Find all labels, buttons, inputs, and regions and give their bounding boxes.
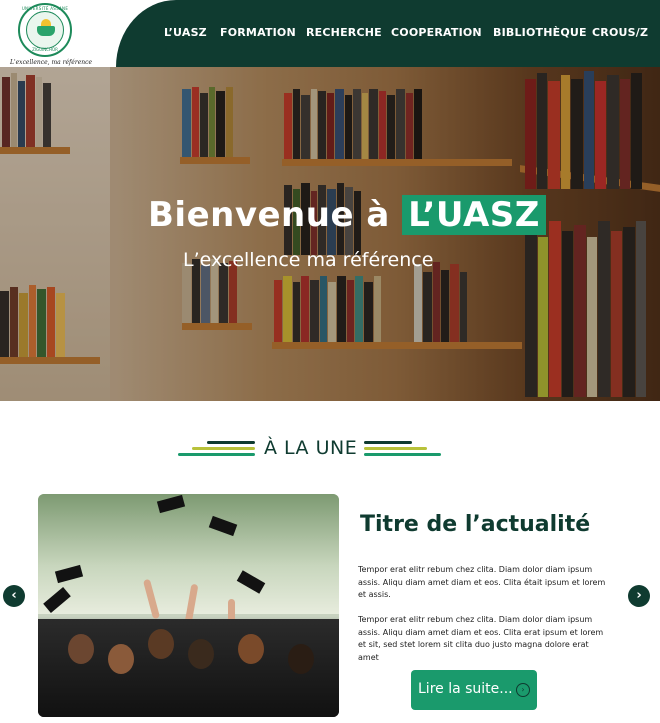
person-head-shape [68, 634, 94, 664]
carousel-next-button[interactable]: › [628, 585, 650, 607]
read-more-label: Lire la suite... [418, 681, 513, 697]
nav-item-uasz[interactable]: L’UASZ [164, 26, 207, 39]
news-image[interactable] [38, 494, 339, 717]
chevron-right-icon: › [636, 588, 642, 603]
person-head-shape [238, 634, 264, 664]
person-head-shape [108, 644, 134, 674]
person-head-shape [288, 644, 314, 674]
arrow-circle-right-icon: › [516, 683, 530, 697]
logo-seal: UNIVERSITÉ ASSANE SECK ZIGUINCHOR [18, 3, 72, 57]
carousel-prev-button[interactable]: ‹ [3, 585, 25, 607]
hero-title-prefix: Bienvenue à [148, 195, 390, 235]
nav-item-bibliotheque[interactable]: BIBLIOTHÈQUE [493, 26, 587, 39]
news-title: Titre de l’actualité [360, 512, 591, 537]
nav-item-crous[interactable]: CROUS/Z [592, 26, 648, 39]
hero-subtitle: L’excellence ma référence [183, 249, 434, 271]
read-more-button[interactable]: Lire la suite... › [411, 670, 537, 710]
section-decor-line [207, 441, 255, 444]
person-head-shape [188, 639, 214, 669]
logo-ring-bottom-text: ZIGUINCHOR [32, 47, 58, 52]
chevron-left-icon: ‹ [11, 588, 17, 603]
book-icon [37, 26, 55, 36]
university-logo[interactable]: UNIVERSITÉ ASSANE SECK ZIGUINCHOR L'exce… [10, 3, 92, 66]
section-decor-line [364, 441, 412, 444]
section-decor-line [364, 447, 427, 450]
logo-motto: L'excellence, ma référence [10, 59, 93, 66]
section-decor-line [364, 453, 441, 456]
hero-title: Bienvenue à L’UASZ [148, 195, 546, 235]
nav-item-formation[interactable]: FORMATION [220, 26, 296, 39]
nav-item-cooperation[interactable]: COOPERATION [391, 26, 482, 39]
site-header: UNIVERSITÉ ASSANE SECK ZIGUINCHOR L'exce… [0, 0, 660, 67]
hero-banner: Bienvenue à L’UASZ L’excellence ma référ… [0, 67, 660, 401]
nav-item-recherche[interactable]: RECHERCHE [306, 26, 382, 39]
person-head-shape [148, 629, 174, 659]
news-paragraph: Tempor erat elitr rebum chez clita. Diam… [358, 615, 604, 662]
hero-title-highlight: L’UASZ [402, 195, 546, 235]
section-decor-line [178, 453, 255, 456]
logo-emblem [26, 11, 64, 49]
section-decor-line [192, 447, 255, 450]
news-paragraph: Tempor erat elitr rebum chez clita. Diam… [358, 565, 606, 599]
section-title: À LA UNE [264, 437, 358, 459]
